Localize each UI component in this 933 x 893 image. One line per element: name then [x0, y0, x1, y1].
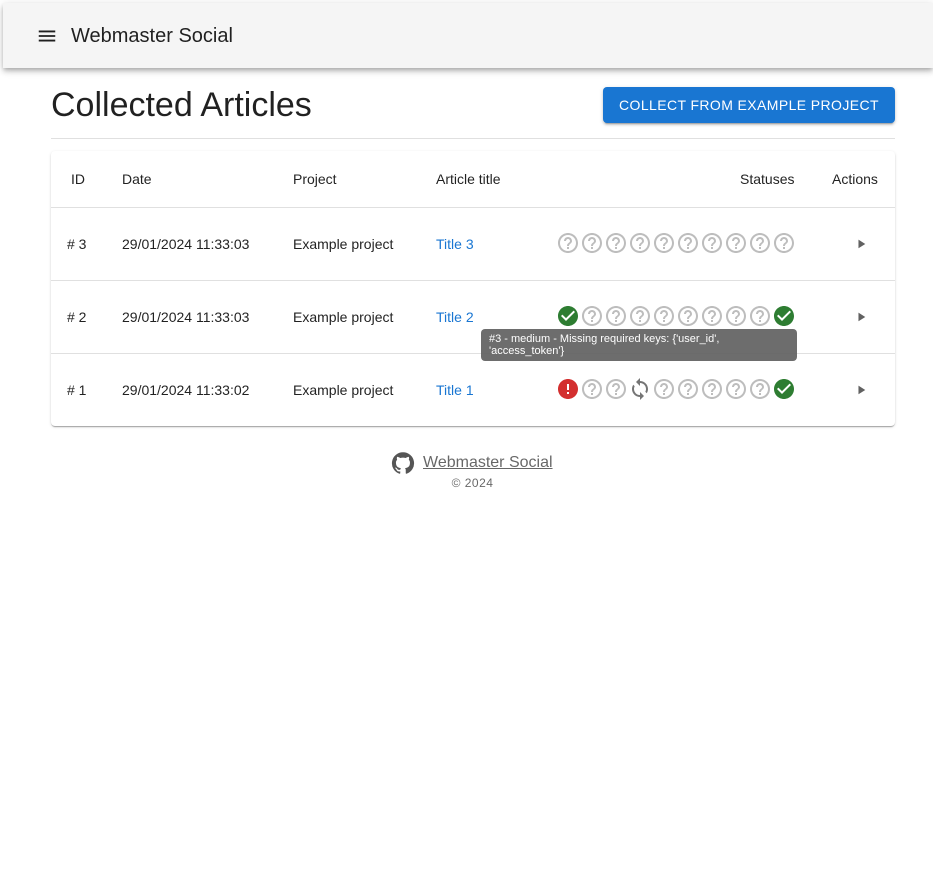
question-circle-icon[interactable] [604, 304, 628, 328]
question-circle-icon[interactable] [628, 304, 652, 328]
question-circle-icon[interactable] [676, 304, 700, 328]
question-circle-icon[interactable] [700, 377, 724, 401]
question-circle-icon[interactable] [652, 231, 676, 255]
row-id: # 2 [67, 309, 87, 325]
play-icon[interactable] [849, 232, 873, 256]
header-project: Project [293, 171, 337, 187]
row-id: # 3 [67, 236, 87, 252]
footer-link-text: Webmaster Social [423, 454, 553, 471]
status-tooltip: #3 - medium - Missing required keys: {'u… [481, 329, 797, 361]
status-icons [556, 377, 796, 401]
app-title: Webmaster Social [71, 25, 233, 47]
row-date: 29/01/2024 11:33:03 [122, 236, 250, 252]
github-icon [391, 451, 415, 475]
header-date: Date [122, 171, 152, 187]
question-circle-icon[interactable] [652, 377, 676, 401]
article-title-link[interactable]: Title 3 [436, 234, 474, 254]
header-actions: Actions [832, 171, 878, 187]
question-circle-icon[interactable] [772, 231, 796, 255]
question-circle-icon[interactable] [676, 231, 700, 255]
question-circle-icon[interactable] [604, 231, 628, 255]
status-icons [556, 231, 796, 255]
play-icon[interactable] [849, 305, 873, 329]
question-circle-icon[interactable] [700, 304, 724, 328]
question-circle-icon[interactable] [556, 231, 580, 255]
app-bar: Webmaster Social [3, 3, 933, 68]
question-circle-icon[interactable] [700, 231, 724, 255]
question-circle-icon[interactable] [580, 304, 604, 328]
question-circle-icon[interactable] [628, 231, 652, 255]
question-circle-icon[interactable] [724, 231, 748, 255]
table-row: # 3 29/01/2024 11:33:03 Example project … [51, 208, 895, 281]
question-circle-icon[interactable] [748, 231, 772, 255]
question-circle-icon[interactable] [724, 377, 748, 401]
header-statuses: Statuses [740, 171, 795, 187]
divider [51, 138, 895, 139]
row-id: # 1 [67, 382, 87, 398]
question-circle-icon[interactable] [676, 377, 700, 401]
article-title-link[interactable]: Title 2 [436, 307, 474, 327]
question-circle-icon[interactable] [748, 304, 772, 328]
header-article-title: Article title [436, 171, 501, 187]
article-title-link[interactable]: Title 1 [436, 380, 474, 400]
question-circle-icon[interactable] [604, 377, 628, 401]
sync-icon[interactable] [628, 377, 652, 401]
row-date: 29/01/2024 11:33:02 [122, 382, 250, 398]
question-circle-icon[interactable] [748, 377, 772, 401]
footer-link[interactable]: Webmaster Social [391, 451, 553, 475]
row-date: 29/01/2024 11:33:03 [122, 309, 250, 325]
row-project: Example project [293, 382, 394, 398]
question-circle-icon[interactable] [580, 377, 604, 401]
check-circle-icon[interactable] [556, 304, 580, 328]
question-circle-icon[interactable] [580, 231, 604, 255]
table-row: # 1 29/01/2024 11:33:02 Example project … [51, 354, 895, 426]
question-circle-icon[interactable] [724, 304, 748, 328]
hamburger-menu-icon[interactable] [36, 25, 58, 47]
play-icon[interactable] [849, 378, 873, 402]
question-circle-icon[interactable] [652, 304, 676, 328]
check-circle-icon[interactable] [772, 377, 796, 401]
copyright: © 2024 [451, 476, 494, 490]
row-project: Example project [293, 309, 394, 325]
status-icons [556, 304, 796, 328]
check-circle-icon[interactable] [772, 304, 796, 328]
header-id: ID [71, 171, 85, 187]
row-project: Example project [293, 236, 394, 252]
page-title: Collected Articles [51, 86, 312, 124]
table-header-row: ID Date Project Article title Statuses A… [51, 151, 895, 208]
error-circle-icon[interactable] [556, 377, 580, 401]
collect-button[interactable]: Collect from Example project [603, 87, 895, 123]
articles-table: ID Date Project Article title Statuses A… [51, 151, 895, 426]
